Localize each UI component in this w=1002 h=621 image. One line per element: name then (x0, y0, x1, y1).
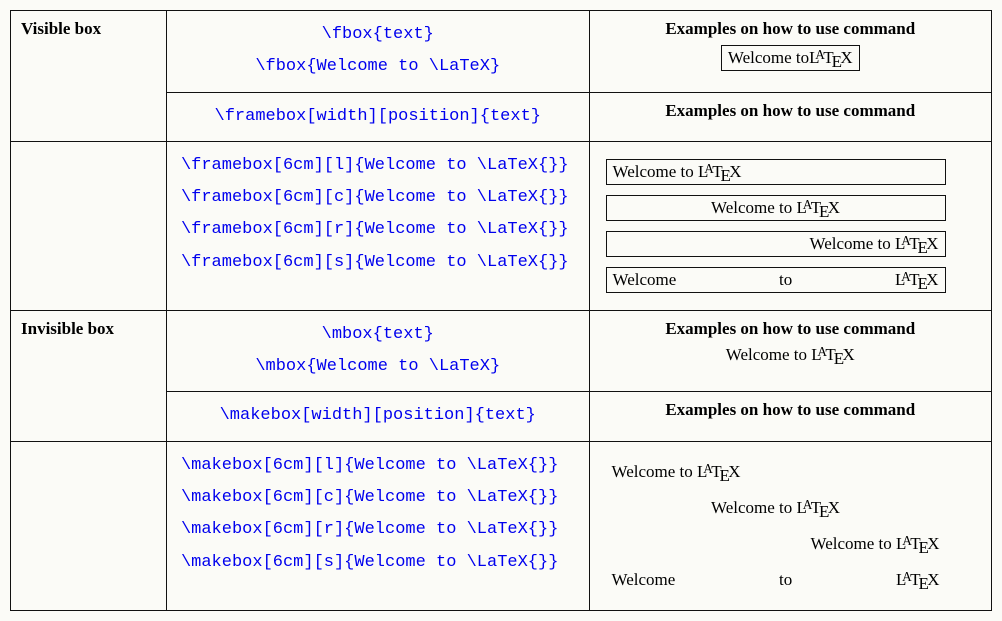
makebox-rendered-list: Welcome to LATEX Welcome to LATEX Welcom… (589, 441, 991, 610)
makebox-s-render: WelcometoLATEX (606, 567, 946, 593)
framebox-s-code: \framebox[6cm][s]{Welcome to \LaTeX{}} (181, 247, 579, 279)
visible-fbox-row: Visible box \fbox{text} \fbox{Welcome to… (11, 11, 992, 93)
latex-logo: LATEX (697, 462, 741, 482)
invisible-box-label: Invisible box (11, 310, 167, 441)
mbox-syntax: \mbox{text} (177, 319, 579, 351)
makebox-l-render: Welcome to LATEX (606, 459, 946, 485)
makebox-c-render: Welcome to LATEX (606, 495, 946, 521)
framebox-syntax: \framebox[width][position]{text} (166, 92, 589, 141)
latex-logo: LATEX (811, 345, 855, 365)
fbox-syntax: \fbox{text} (177, 19, 579, 51)
empty-label (11, 141, 167, 310)
fbox-syntax-cell: \fbox{text} \fbox{Welcome to \LaTeX} (166, 11, 589, 93)
framebox-rendered-list: Welcome to LATEX Welcome to LATEX Welcom… (589, 141, 991, 310)
makebox-c-code: \makebox[6cm][c]{Welcome to \LaTeX{}} (181, 482, 579, 514)
framebox-l-code: \framebox[6cm][l]{Welcome to \LaTeX{}} (181, 150, 579, 182)
invisible-mbox-row: Invisible box \mbox{text} \mbox{Welcome … (11, 310, 992, 392)
visible-box-label: Visible box (11, 11, 167, 142)
latex-logo: LATEX (797, 198, 841, 218)
mbox-syntax-cell: \mbox{text} \mbox{Welcome to \LaTeX} (166, 310, 589, 392)
makebox-code-list: \makebox[6cm][l]{Welcome to \LaTeX{}} \m… (166, 441, 589, 610)
latex-logo: LATEX (809, 48, 853, 68)
latex-logo: LATEX (895, 234, 939, 254)
makebox-s-code: \makebox[6cm][s]{Welcome to \LaTeX{}} (181, 547, 579, 579)
makebox-examples-row: \makebox[6cm][l]{Welcome to \LaTeX{}} \m… (11, 441, 992, 610)
fbox-rendered: Welcome to LATEX (721, 45, 860, 71)
makebox-r-render: Welcome to LATEX (606, 531, 946, 557)
makebox-r-code: \makebox[6cm][r]{Welcome to \LaTeX{}} (181, 514, 579, 546)
examples-heading: Examples on how to use command (600, 101, 981, 121)
examples-heading: Examples on how to use command (600, 319, 981, 339)
makebox-syntax: \makebox[width][position]{text} (166, 392, 589, 441)
framebox-examples-row: \framebox[6cm][l]{Welcome to \LaTeX{}} \… (11, 141, 992, 310)
framebox-heading-cell: Examples on how to use command (589, 92, 991, 141)
framebox-code-list: \framebox[6cm][l]{Welcome to \LaTeX{}} \… (166, 141, 589, 310)
empty-label (11, 441, 167, 610)
framebox-l-render: Welcome to LATEX (606, 159, 946, 185)
mbox-example-code: \mbox{Welcome to \LaTeX} (177, 351, 579, 383)
latex-logo: LATEX (896, 534, 940, 554)
examples-heading: Examples on how to use command (600, 400, 981, 420)
makebox-heading-cell: Examples on how to use command (589, 392, 991, 441)
framebox-c-render: Welcome to LATEX (606, 195, 946, 221)
fbox-example-code: \fbox{Welcome to \LaTeX} (177, 51, 579, 83)
makebox-l-code: \makebox[6cm][l]{Welcome to \LaTeX{}} (181, 450, 579, 482)
framebox-c-code: \framebox[6cm][c]{Welcome to \LaTeX{}} (181, 182, 579, 214)
welcome-text: Welcome to (728, 48, 809, 68)
box-commands-table: Visible box \fbox{text} \fbox{Welcome to… (10, 10, 992, 611)
welcome-text: Welcome to (726, 345, 812, 364)
framebox-r-render: Welcome to LATEX (606, 231, 946, 257)
framebox-r-code: \framebox[6cm][r]{Welcome to \LaTeX{}} (181, 214, 579, 246)
latex-logo: LATEX (895, 270, 939, 290)
fbox-example-cell: Examples on how to use command Welcome t… (589, 11, 991, 93)
mbox-rendered: Welcome to LATEX (726, 345, 855, 364)
latex-logo: LATEX (896, 570, 940, 590)
latex-logo: LATEX (797, 498, 841, 518)
mbox-example-cell: Examples on how to use command Welcome t… (589, 310, 991, 392)
examples-heading: Examples on how to use command (600, 19, 981, 39)
framebox-s-render: WelcometoLATEX (606, 267, 946, 293)
latex-logo: LATEX (698, 162, 742, 182)
